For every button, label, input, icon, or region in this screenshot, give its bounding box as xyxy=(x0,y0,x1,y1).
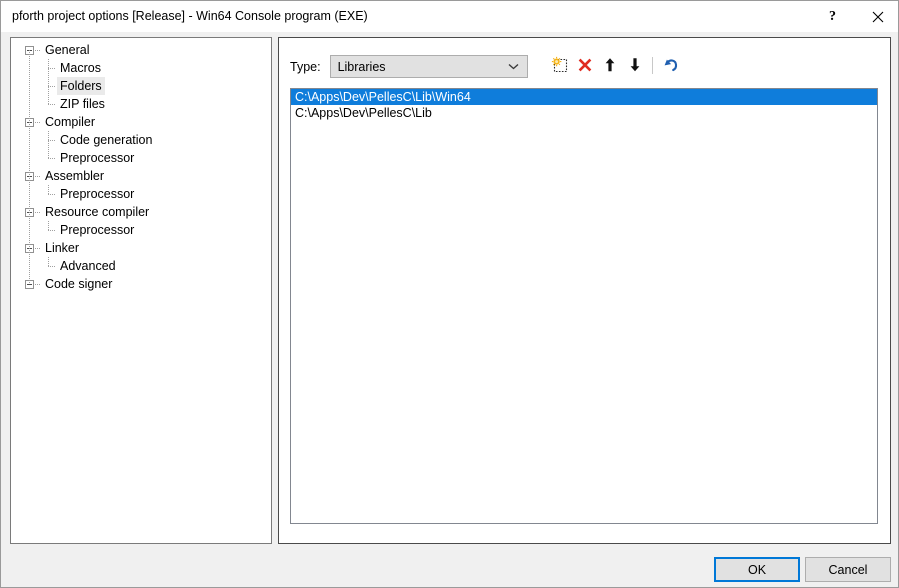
move-down-icon xyxy=(630,58,639,72)
options-tree[interactable]: General Macros Folders ZIP files Compiler Cod… xyxy=(11,38,271,293)
tree-item-code-signer[interactable]: Code signer xyxy=(11,275,271,293)
tree-item-label: Folders xyxy=(57,77,105,95)
move-down-button[interactable] xyxy=(622,53,647,78)
options-tree-panel[interactable]: General Macros Folders ZIP files Compiler Cod… xyxy=(10,37,272,544)
tree-item-label: Resource compiler xyxy=(45,205,150,219)
tree-connector xyxy=(48,221,49,230)
tree-item-label: Macros xyxy=(60,61,101,75)
list-item[interactable]: C:\Apps\Dev\PellesC\Lib\Win64 xyxy=(291,89,877,105)
tree-connector xyxy=(48,194,56,195)
tree-item-assembler[interactable]: Assembler xyxy=(11,167,271,185)
tree-item-zip-files[interactable]: ZIP files xyxy=(11,95,271,113)
tree-connector xyxy=(35,50,41,51)
tree-item-folders[interactable]: Folders xyxy=(11,77,271,95)
window-title: pforth project options [Release] - Win64… xyxy=(12,9,368,23)
tree-item-preprocessor[interactable]: Preprocessor xyxy=(11,221,271,239)
tree-connector xyxy=(35,248,41,249)
toolbar-separator xyxy=(652,56,653,74)
new-item-button[interactable] xyxy=(547,53,572,78)
undo-button[interactable] xyxy=(658,53,683,78)
tree-connector xyxy=(48,257,49,266)
tree-connector xyxy=(48,185,49,194)
folders-toolbar xyxy=(547,52,683,78)
type-combobox-value: Libraries xyxy=(337,59,386,74)
type-row: Type: Libraries xyxy=(290,55,528,78)
tree-item-general[interactable]: General xyxy=(11,41,271,59)
folders-listbox[interactable]: C:\Apps\Dev\PellesC\Lib\Win64 C:\Apps\Dev… xyxy=(290,88,878,524)
tree-item-label: Advanced xyxy=(60,259,116,273)
move-up-icon xyxy=(605,58,614,72)
tree-connector xyxy=(48,104,56,105)
tree-item-linker[interactable]: Linker xyxy=(11,239,271,257)
tree-connector xyxy=(35,284,41,285)
tree-item-label: Preprocessor xyxy=(60,151,135,165)
question-mark-icon: ? xyxy=(829,8,836,24)
tree-connector xyxy=(48,158,56,159)
tree-item-advanced[interactable]: Advanced xyxy=(11,257,271,275)
tree-connector xyxy=(35,212,41,213)
tree-item-label: Assembler xyxy=(45,169,105,183)
close-button[interactable] xyxy=(855,1,898,32)
tree-connector xyxy=(35,176,41,177)
tree-item-macros[interactable]: Macros xyxy=(11,59,271,77)
tree-item-label: Preprocessor xyxy=(60,187,135,201)
delete-item-icon xyxy=(578,58,591,72)
type-label: Type: xyxy=(290,59,321,74)
folders-options-panel: Type: Libraries C:\Apps\Dev\PellesC\Lib\… xyxy=(278,37,891,544)
dialog-footer: OK Cancel xyxy=(1,549,898,587)
delete-item-button[interactable] xyxy=(572,53,597,78)
tree-item-label: Code generation xyxy=(60,133,153,147)
tree-item-resource-compiler[interactable]: Resource compiler xyxy=(11,203,271,221)
tree-item-label: Compiler xyxy=(45,115,96,129)
undo-icon xyxy=(664,59,677,72)
tree-item-label: Linker xyxy=(45,241,80,255)
tree-connector xyxy=(48,86,56,87)
new-item-icon xyxy=(551,56,567,73)
list-item[interactable]: C:\Apps\Dev\PellesC\Lib xyxy=(291,105,877,121)
type-combobox[interactable]: Libraries xyxy=(329,55,528,78)
project-options-dialog: pforth project options [Release] - Win64… xyxy=(0,0,899,588)
tree-item-label: Preprocessor xyxy=(60,223,135,237)
tree-item-label: ZIP files xyxy=(60,97,105,111)
tree-connector xyxy=(29,50,30,284)
move-up-button[interactable] xyxy=(597,53,622,78)
tree-item-preprocessor[interactable]: Preprocessor xyxy=(11,149,271,167)
tree-item-code-generation[interactable]: Code generation xyxy=(11,131,271,149)
tree-item-label: Code signer xyxy=(45,277,113,291)
cancel-button[interactable]: Cancel xyxy=(805,557,891,582)
tree-connector xyxy=(48,140,56,141)
chevron-down-icon xyxy=(508,56,519,77)
tree-connector xyxy=(48,230,56,231)
tree-item-label: General xyxy=(45,43,90,57)
dialog-content: General Macros Folders ZIP files Compiler Cod… xyxy=(1,32,898,587)
tree-item-compiler[interactable]: Compiler xyxy=(11,113,271,131)
ok-button[interactable]: OK xyxy=(714,557,800,582)
tree-connector xyxy=(48,266,56,267)
tree-connector xyxy=(48,131,49,158)
help-button[interactable]: ? xyxy=(810,1,855,32)
tree-item-preprocessor[interactable]: Preprocessor xyxy=(11,185,271,203)
close-icon xyxy=(872,11,883,22)
tree-connector xyxy=(48,59,49,104)
tree-connector xyxy=(48,68,56,69)
titlebar: pforth project options [Release] - Win64… xyxy=(1,1,898,32)
tree-connector xyxy=(35,122,41,123)
